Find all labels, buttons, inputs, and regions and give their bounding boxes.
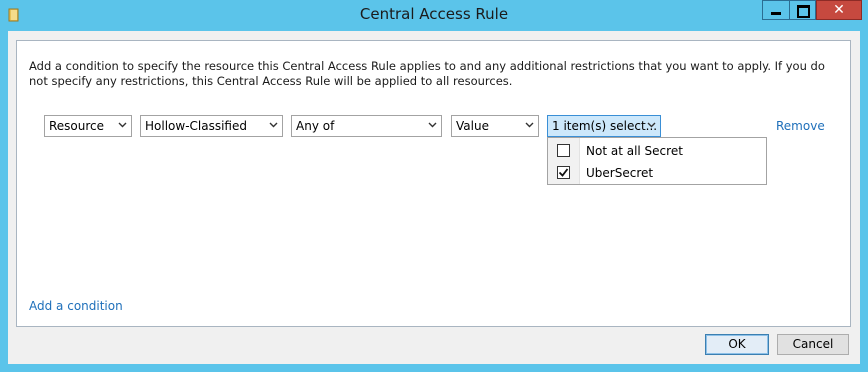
- condition-panel: Add a condition to specify the resource …: [16, 40, 851, 327]
- close-icon: ✕: [833, 2, 845, 18]
- checkmark-icon: [558, 168, 569, 177]
- checkbox[interactable]: [557, 166, 570, 179]
- chevron-down-icon: [118, 122, 127, 128]
- chevron-down-icon: [269, 122, 278, 128]
- add-condition-link[interactable]: Add a condition: [29, 299, 123, 313]
- maximize-button[interactable]: [789, 0, 816, 20]
- chevron-down-icon: [428, 122, 437, 128]
- values-dropdown[interactable]: 1 item(s) select...: [547, 115, 661, 137]
- values-summary: 1 item(s) select...: [552, 119, 658, 133]
- cancel-button[interactable]: Cancel: [777, 334, 849, 355]
- instructions-text: Add a condition to specify the resource …: [29, 59, 825, 88]
- checkbox[interactable]: [557, 144, 570, 157]
- ok-button[interactable]: OK: [705, 334, 769, 355]
- values-dropdown-list: Not at all Secret UberSecret: [547, 137, 767, 185]
- remove-condition-link[interactable]: Remove: [776, 119, 825, 133]
- value-type-dropdown[interactable]: Value: [451, 115, 539, 137]
- option-label: Not at all Secret: [586, 144, 683, 158]
- window-title: Central Access Rule: [359, 5, 509, 23]
- list-item[interactable]: UberSecret: [548, 162, 766, 184]
- minimize-icon: [771, 12, 781, 15]
- value-type-value: Value: [456, 119, 489, 133]
- close-button[interactable]: ✕: [816, 0, 862, 20]
- option-label: UberSecret: [586, 166, 654, 180]
- scope-dropdown[interactable]: Resource: [44, 115, 132, 137]
- scope-value: Resource: [49, 119, 105, 133]
- maximize-icon: [797, 5, 810, 18]
- attribute-value: Hollow-Classified: [145, 119, 247, 133]
- attribute-dropdown[interactable]: Hollow-Classified: [140, 115, 283, 137]
- operator-value: Any of: [296, 119, 335, 133]
- minimize-button[interactable]: [762, 0, 789, 20]
- chevron-down-icon: [647, 122, 656, 128]
- operator-dropdown[interactable]: Any of: [291, 115, 442, 137]
- list-item[interactable]: Not at all Secret: [548, 140, 766, 162]
- title-bar[interactable]: Central Access Rule ✕: [0, 0, 868, 30]
- chevron-down-icon: [525, 122, 534, 128]
